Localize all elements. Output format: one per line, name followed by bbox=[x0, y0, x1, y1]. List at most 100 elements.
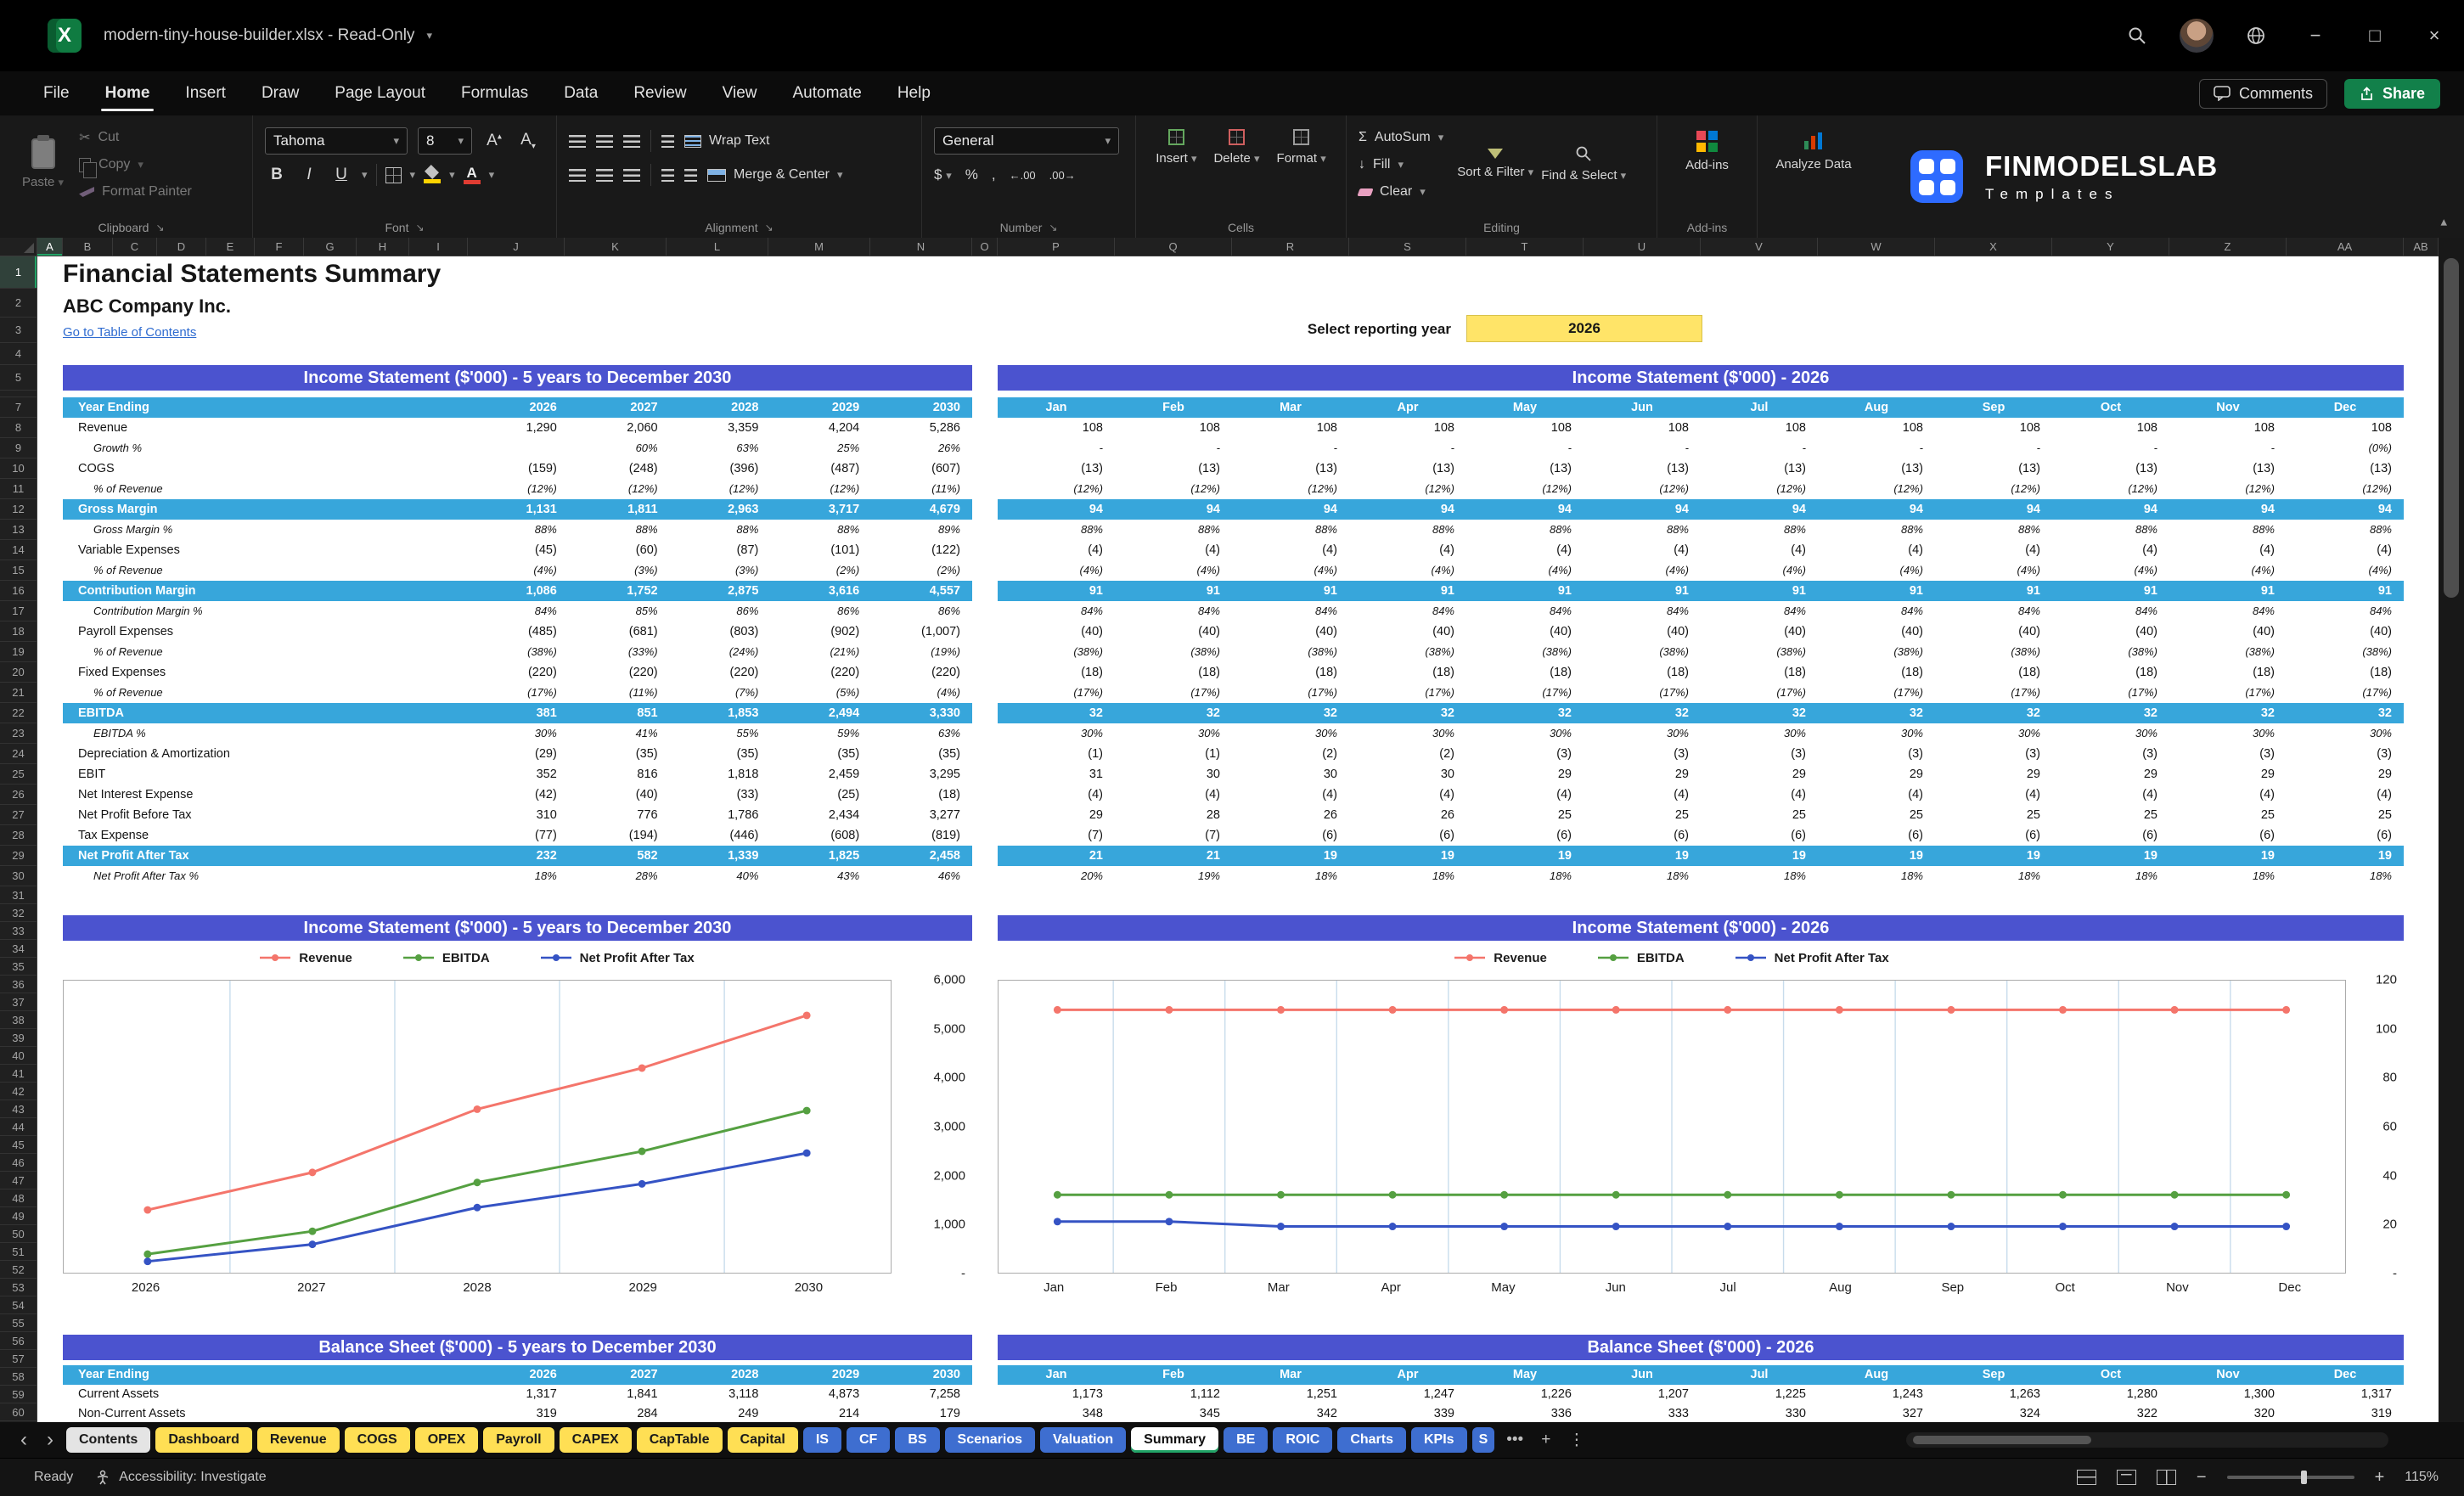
value-cell[interactable]: 342 bbox=[1232, 1404, 1349, 1422]
header-cell-Apr[interactable]: Apr bbox=[1349, 1365, 1466, 1385]
row-label-cell[interactable]: % of Revenue bbox=[63, 642, 468, 662]
value-cell[interactable]: 88% bbox=[1935, 520, 2052, 540]
value-cell[interactable]: (33%) bbox=[569, 642, 670, 662]
value-cell[interactable]: - bbox=[2052, 438, 2169, 458]
value-cell[interactable]: 29 bbox=[2287, 764, 2404, 785]
value-cell[interactable]: (40) bbox=[1349, 621, 1466, 642]
header-cell-Aug[interactable]: Aug bbox=[1818, 1365, 1935, 1385]
value-cell[interactable]: 19 bbox=[1701, 846, 1818, 866]
value-cell[interactable]: 108 bbox=[1466, 418, 1584, 438]
value-cell[interactable]: 29 bbox=[998, 805, 1115, 825]
header-cell-Dec[interactable]: Dec bbox=[2287, 1365, 2404, 1385]
header-cell-Nov[interactable]: Nov bbox=[2169, 397, 2287, 418]
value-cell[interactable]: - bbox=[1232, 438, 1349, 458]
value-cell[interactable]: 91 bbox=[2052, 581, 2169, 601]
value-cell[interactable]: (17%) bbox=[1584, 683, 1701, 703]
select-all-corner[interactable] bbox=[0, 238, 37, 256]
value-cell[interactable]: (2) bbox=[1232, 744, 1349, 764]
value-cell[interactable]: 85% bbox=[569, 601, 670, 621]
sheet-tab-contents[interactable]: Contents bbox=[66, 1427, 151, 1453]
value-cell[interactable]: 108 bbox=[1818, 418, 1935, 438]
value-cell[interactable]: (4) bbox=[1115, 540, 1232, 560]
value-cell[interactable]: (38%) bbox=[998, 642, 1115, 662]
value-cell[interactable]: 1,243 bbox=[1818, 1385, 1935, 1404]
row-header-18[interactable]: 18 bbox=[0, 621, 37, 642]
value-cell[interactable]: 94 bbox=[998, 499, 1115, 520]
value-cell[interactable]: (6) bbox=[2169, 825, 2287, 846]
value-cell[interactable]: 84% bbox=[998, 601, 1115, 621]
comments-button[interactable]: Comments bbox=[2198, 78, 2327, 109]
value-cell[interactable]: (17%) bbox=[468, 683, 569, 703]
value-cell[interactable]: 30 bbox=[1115, 764, 1232, 785]
value-cell[interactable]: (4) bbox=[1349, 540, 1466, 560]
value-cell[interactable]: (38%) bbox=[2169, 642, 2287, 662]
row-header-17[interactable]: 17 bbox=[0, 601, 37, 621]
dialog-launcher-icon[interactable]: ↘ bbox=[415, 222, 424, 233]
column-header-E[interactable]: E bbox=[206, 238, 255, 256]
row-header-31[interactable]: 31 bbox=[0, 886, 37, 905]
value-cell[interactable]: (13) bbox=[1818, 458, 1935, 479]
add-ins-button[interactable]: Add-ins bbox=[1669, 124, 1745, 172]
value-cell[interactable]: (40) bbox=[1232, 621, 1349, 642]
value-cell[interactable]: 816 bbox=[569, 764, 670, 785]
value-cell[interactable]: (12%) bbox=[1935, 479, 2052, 499]
value-cell[interactable]: 108 bbox=[1701, 418, 1818, 438]
row-label-cell[interactable]: Net Profit Before Tax bbox=[63, 805, 468, 825]
value-cell[interactable]: (4) bbox=[1584, 785, 1701, 805]
align-top-icon[interactable] bbox=[569, 134, 586, 148]
value-cell[interactable]: 84% bbox=[1466, 601, 1584, 621]
value-cell[interactable]: (3) bbox=[2052, 744, 2169, 764]
value-cell[interactable]: (4) bbox=[1818, 540, 1935, 560]
minimize-button[interactable]: − bbox=[2286, 0, 2345, 71]
row-header-34[interactable]: 34 bbox=[0, 940, 37, 959]
row-label-cell[interactable]: Gross Margin bbox=[63, 499, 468, 520]
row-header-56[interactable]: 56 bbox=[0, 1332, 37, 1351]
value-cell[interactable]: 32 bbox=[1466, 703, 1584, 723]
value-cell[interactable]: - bbox=[1466, 438, 1584, 458]
row-label-cell[interactable]: Revenue bbox=[63, 418, 468, 438]
value-cell[interactable]: 88% bbox=[1349, 520, 1466, 540]
value-cell[interactable]: (4) bbox=[1935, 785, 2052, 805]
value-cell[interactable]: 20% bbox=[998, 866, 1115, 886]
value-cell[interactable]: 1,786 bbox=[670, 805, 771, 825]
row-header-36[interactable]: 36 bbox=[0, 976, 37, 994]
value-cell[interactable]: (38%) bbox=[2052, 642, 2169, 662]
horizontal-scrollbar[interactable] bbox=[1906, 1432, 2388, 1448]
value-cell[interactable]: (11%) bbox=[569, 683, 670, 703]
value-cell[interactable]: 3,295 bbox=[871, 764, 972, 785]
value-cell[interactable]: (2%) bbox=[871, 560, 972, 581]
value-cell[interactable]: 352 bbox=[468, 764, 569, 785]
avatar[interactable] bbox=[2167, 0, 2226, 71]
row-header-5[interactable]: 5 bbox=[0, 365, 37, 391]
value-cell[interactable]: 88% bbox=[2287, 520, 2404, 540]
value-cell[interactable]: (3) bbox=[2169, 744, 2287, 764]
value-cell[interactable]: 1,339 bbox=[670, 846, 771, 866]
row-header-41[interactable]: 41 bbox=[0, 1065, 37, 1083]
row-header-50[interactable]: 50 bbox=[0, 1225, 37, 1244]
value-cell[interactable]: 108 bbox=[998, 418, 1115, 438]
value-cell[interactable]: (485) bbox=[468, 621, 569, 642]
autosum-button[interactable]: Σ AutoSum ▾ bbox=[1359, 126, 1443, 149]
row-header-54[interactable]: 54 bbox=[0, 1296, 37, 1315]
value-cell[interactable]: (18) bbox=[1818, 662, 1935, 683]
row-label-cell[interactable]: Net Profit After Tax bbox=[63, 846, 468, 866]
row-header-14[interactable]: 14 bbox=[0, 540, 37, 560]
value-cell[interactable]: 29 bbox=[2169, 764, 2287, 785]
row-header-55[interactable]: 55 bbox=[0, 1314, 37, 1333]
zoom-slider[interactable] bbox=[2226, 1471, 2354, 1484]
column-header-P[interactable]: P bbox=[998, 238, 1115, 256]
value-cell[interactable]: 2,494 bbox=[770, 703, 871, 723]
value-cell[interactable]: (4) bbox=[2287, 785, 2404, 805]
value-cell[interactable]: (2) bbox=[1349, 744, 1466, 764]
value-cell[interactable]: (18) bbox=[1584, 662, 1701, 683]
value-cell[interactable]: - bbox=[1935, 438, 2052, 458]
header-cell-Jun[interactable]: Jun bbox=[1584, 1365, 1701, 1385]
value-cell[interactable]: (12%) bbox=[1349, 479, 1466, 499]
value-cell[interactable]: (13) bbox=[1232, 458, 1349, 479]
value-cell[interactable]: 18% bbox=[1818, 866, 1935, 886]
bold-button[interactable]: B bbox=[265, 166, 289, 184]
sheet-tab-payroll[interactable]: Payroll bbox=[483, 1427, 554, 1453]
comma-style-icon[interactable]: , bbox=[992, 166, 996, 183]
page-break-view-icon[interactable] bbox=[2156, 1470, 2176, 1485]
increase-decimal-icon[interactable]: ←.00 bbox=[1010, 169, 1036, 182]
